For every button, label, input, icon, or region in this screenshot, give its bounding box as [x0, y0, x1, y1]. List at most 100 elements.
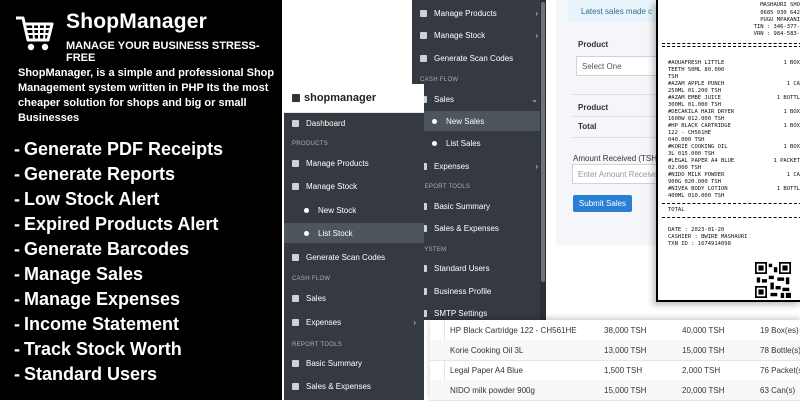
sidebar-item-list-stock[interactable]: List Stock: [284, 223, 424, 243]
receipt-divider: [662, 203, 800, 204]
feature-item: -Generate Reports: [14, 162, 223, 187]
circle-icon: [432, 141, 437, 146]
buying-price-cell: 1,500 TSH: [604, 366, 642, 375]
receipt-divider: [662, 217, 800, 218]
feature-item: -Generate Barcodes: [14, 237, 223, 262]
receipt-item-name: #DECAKILA HAIR DRYER: [668, 109, 734, 116]
product-column-label: Product: [578, 103, 608, 112]
feature-item: -Manage Sales: [14, 262, 223, 287]
feature-item: -Income Statement: [14, 312, 223, 337]
sidebar-item-dashboard[interactable]: Dashboard: [284, 113, 424, 133]
sidebar-item-label: Expenses: [434, 162, 469, 171]
receipt-item-detail: 400ML 010.000 TSH: [668, 193, 724, 200]
receipt-item-name: #NIVEA BODY LOTION: [668, 186, 728, 193]
sidebar-item-label: Manage Products: [306, 159, 369, 168]
sidebar-item-label: Sales & Expenses: [306, 382, 371, 391]
receipt-phone: 0685 930 642: [760, 10, 800, 17]
chevron-right-icon: ›: [413, 318, 416, 327]
sidebar-item-sales[interactable]: Sales ⌄: [412, 89, 546, 109]
receipt-item-detail: 900G 020.000 TSH: [668, 179, 721, 186]
circle-icon: [304, 208, 309, 213]
feature-item: -Generate PDF Receipts: [14, 137, 223, 162]
table-row[interactable]: NIDO milk powder 900g 15,000 TSH 20,000 …: [430, 380, 800, 401]
receipt-item-name: #HP BLACK CARTRIDGE: [668, 123, 731, 130]
receipt-item-qty: 1 BOX: [783, 123, 800, 130]
sidebar-collapsed: shopmanager Dashboard PRODUCTS Manage Pr…: [284, 84, 424, 400]
sidebar-item-business-profile[interactable]: Business Profile: [412, 281, 546, 301]
sidebar-item-manage-products[interactable]: Manage Products: [284, 153, 424, 173]
sidebar-item-expenses[interactable]: Expenses›: [284, 312, 424, 332]
dashboard-icon: [292, 120, 299, 127]
receipt-transaction-id: TXN ID : 1674914098: [668, 241, 731, 248]
receipt-item-name: #AZAM APPLE PUNCH: [668, 81, 724, 88]
chart-icon: [292, 383, 299, 390]
sidebar-item-label: SMTP Settings: [434, 309, 487, 318]
latest-sales-alert: Latest sales made c: [568, 0, 668, 22]
receipt-item-qty: 1 CA: [787, 81, 800, 88]
feature-item: -Low Stock Alert: [14, 187, 223, 212]
amount-received-label: Amount Received (TSH: [573, 154, 657, 163]
receipt-item-detail: 250ML 01.200 TSH: [668, 88, 721, 95]
sidebar-item-sales-expenses[interactable]: Sales & Expenses: [284, 376, 424, 396]
wallet-icon: [292, 319, 299, 326]
receipt-shop-name: MASHAURI SHO: [760, 2, 800, 9]
sidebar-brand[interactable]: shopmanager: [284, 84, 424, 113]
section-header-cash-flow: CASH FLOW: [420, 77, 458, 83]
receipt-item-name: #AQUAFRESH LITTLE: [668, 60, 724, 67]
sidebar-item-manage-products[interactable]: Manage Products›: [412, 3, 546, 23]
sidebar-item-list-sales[interactable]: List Sales: [412, 133, 546, 153]
sidebar-item-manage-stock[interactable]: Manage Stock: [284, 176, 424, 196]
section-header-cash-flow: CASH FLOW: [292, 276, 330, 282]
box-icon: [292, 160, 299, 167]
product-select-value: Select One: [582, 62, 622, 71]
total-label: Total: [578, 122, 597, 131]
product-description: ShopManager, is a simple and professiona…: [18, 66, 280, 126]
sidebar-item-new-sales[interactable]: New Sales: [412, 111, 546, 131]
table-row[interactable]: Legal Paper A4 Blue 1,500 TSH 2,000 TSH …: [430, 360, 800, 381]
sidebar-item-label: Business Profile: [434, 287, 491, 296]
sidebar-item-generate-scan-codes[interactable]: Generate Scan Codes: [412, 48, 546, 68]
selling-price-cell: 15,000 TSH: [682, 346, 725, 355]
sidebar-item-basic-summary[interactable]: Basic Summary: [284, 353, 424, 373]
sidebar-item-label: Sales: [434, 95, 454, 104]
feature-list: -Generate PDF Receipts -Generate Reports…: [14, 137, 223, 387]
receipt-item-detail: 1600W 012.000 TSH: [668, 116, 724, 123]
sidebar-item-label: Sales: [306, 294, 326, 303]
buying-price-cell: 38,000 TSH: [604, 326, 647, 335]
receipt-address: PUGU MPAKANI: [760, 17, 800, 24]
product-cell: Korie Cooking Oil 3L: [450, 346, 523, 355]
sidebar-expanded: Manage Products› Manage Stock› Generate …: [412, 0, 546, 320]
scrollbar-thumb[interactable]: [541, 2, 545, 282]
box-icon: [420, 10, 427, 17]
chevron-down-icon: ⌄: [531, 95, 538, 104]
sidebar-item-label: Manage Stock: [434, 31, 485, 40]
product-label: Product: [578, 40, 608, 49]
sidebar-item-label: Basic Summary: [434, 202, 490, 211]
sidebar-item-expenses[interactable]: Expenses›: [412, 156, 546, 176]
receipt-item-name: #AZAM EMBE JUICE: [668, 95, 721, 102]
sidebar-scrollbar[interactable]: [540, 0, 546, 320]
receipt-item-name: #NIDO MILK POWDER: [668, 172, 724, 179]
circle-icon: [304, 231, 309, 236]
promo-panel: ShopManager MANAGE YOUR BUSINESS STRESS-…: [0, 0, 282, 400]
shopping-bag-icon: [292, 94, 300, 102]
receipt-item-qty: 1 BOX: [783, 144, 800, 151]
receipt-item-name: #KORIE COOKING OIL: [668, 144, 728, 151]
feature-item: -Track Stock Worth: [14, 337, 223, 362]
sidebar-item-standard-users[interactable]: Standard Users: [412, 258, 546, 278]
section-header-report-tools: REPORT TOOLS: [420, 184, 470, 190]
sidebar-item-generate-scan-codes[interactable]: Generate Scan Codes: [284, 247, 424, 267]
sidebar-item-new-stock[interactable]: New Stock: [284, 200, 424, 220]
sidebar-item-label: Manage Stock: [306, 182, 357, 191]
qr-code-icon: [754, 262, 792, 298]
quantity-cell: 76 Packet(s): [760, 366, 800, 375]
sidebar-item-basic-summary[interactable]: Basic Summary: [412, 196, 546, 216]
sidebar-item-label: Generate Scan Codes: [434, 54, 513, 63]
sidebar-item-sales[interactable]: Sales: [284, 288, 424, 308]
sidebar-item-manage-stock[interactable]: Manage Stock›: [412, 25, 546, 45]
table-row[interactable]: Korie Cooking Oil 3L 13,000 TSH 15,000 T…: [430, 340, 800, 361]
table-row[interactable]: HP Black Cartridge 122 - CH561HE 38,000 …: [430, 320, 800, 341]
barcode-icon: [420, 55, 427, 62]
sidebar-item-sales-expenses[interactable]: Sales & Expenses: [412, 218, 546, 238]
submit-sales-button[interactable]: Submit Sales: [573, 195, 632, 212]
